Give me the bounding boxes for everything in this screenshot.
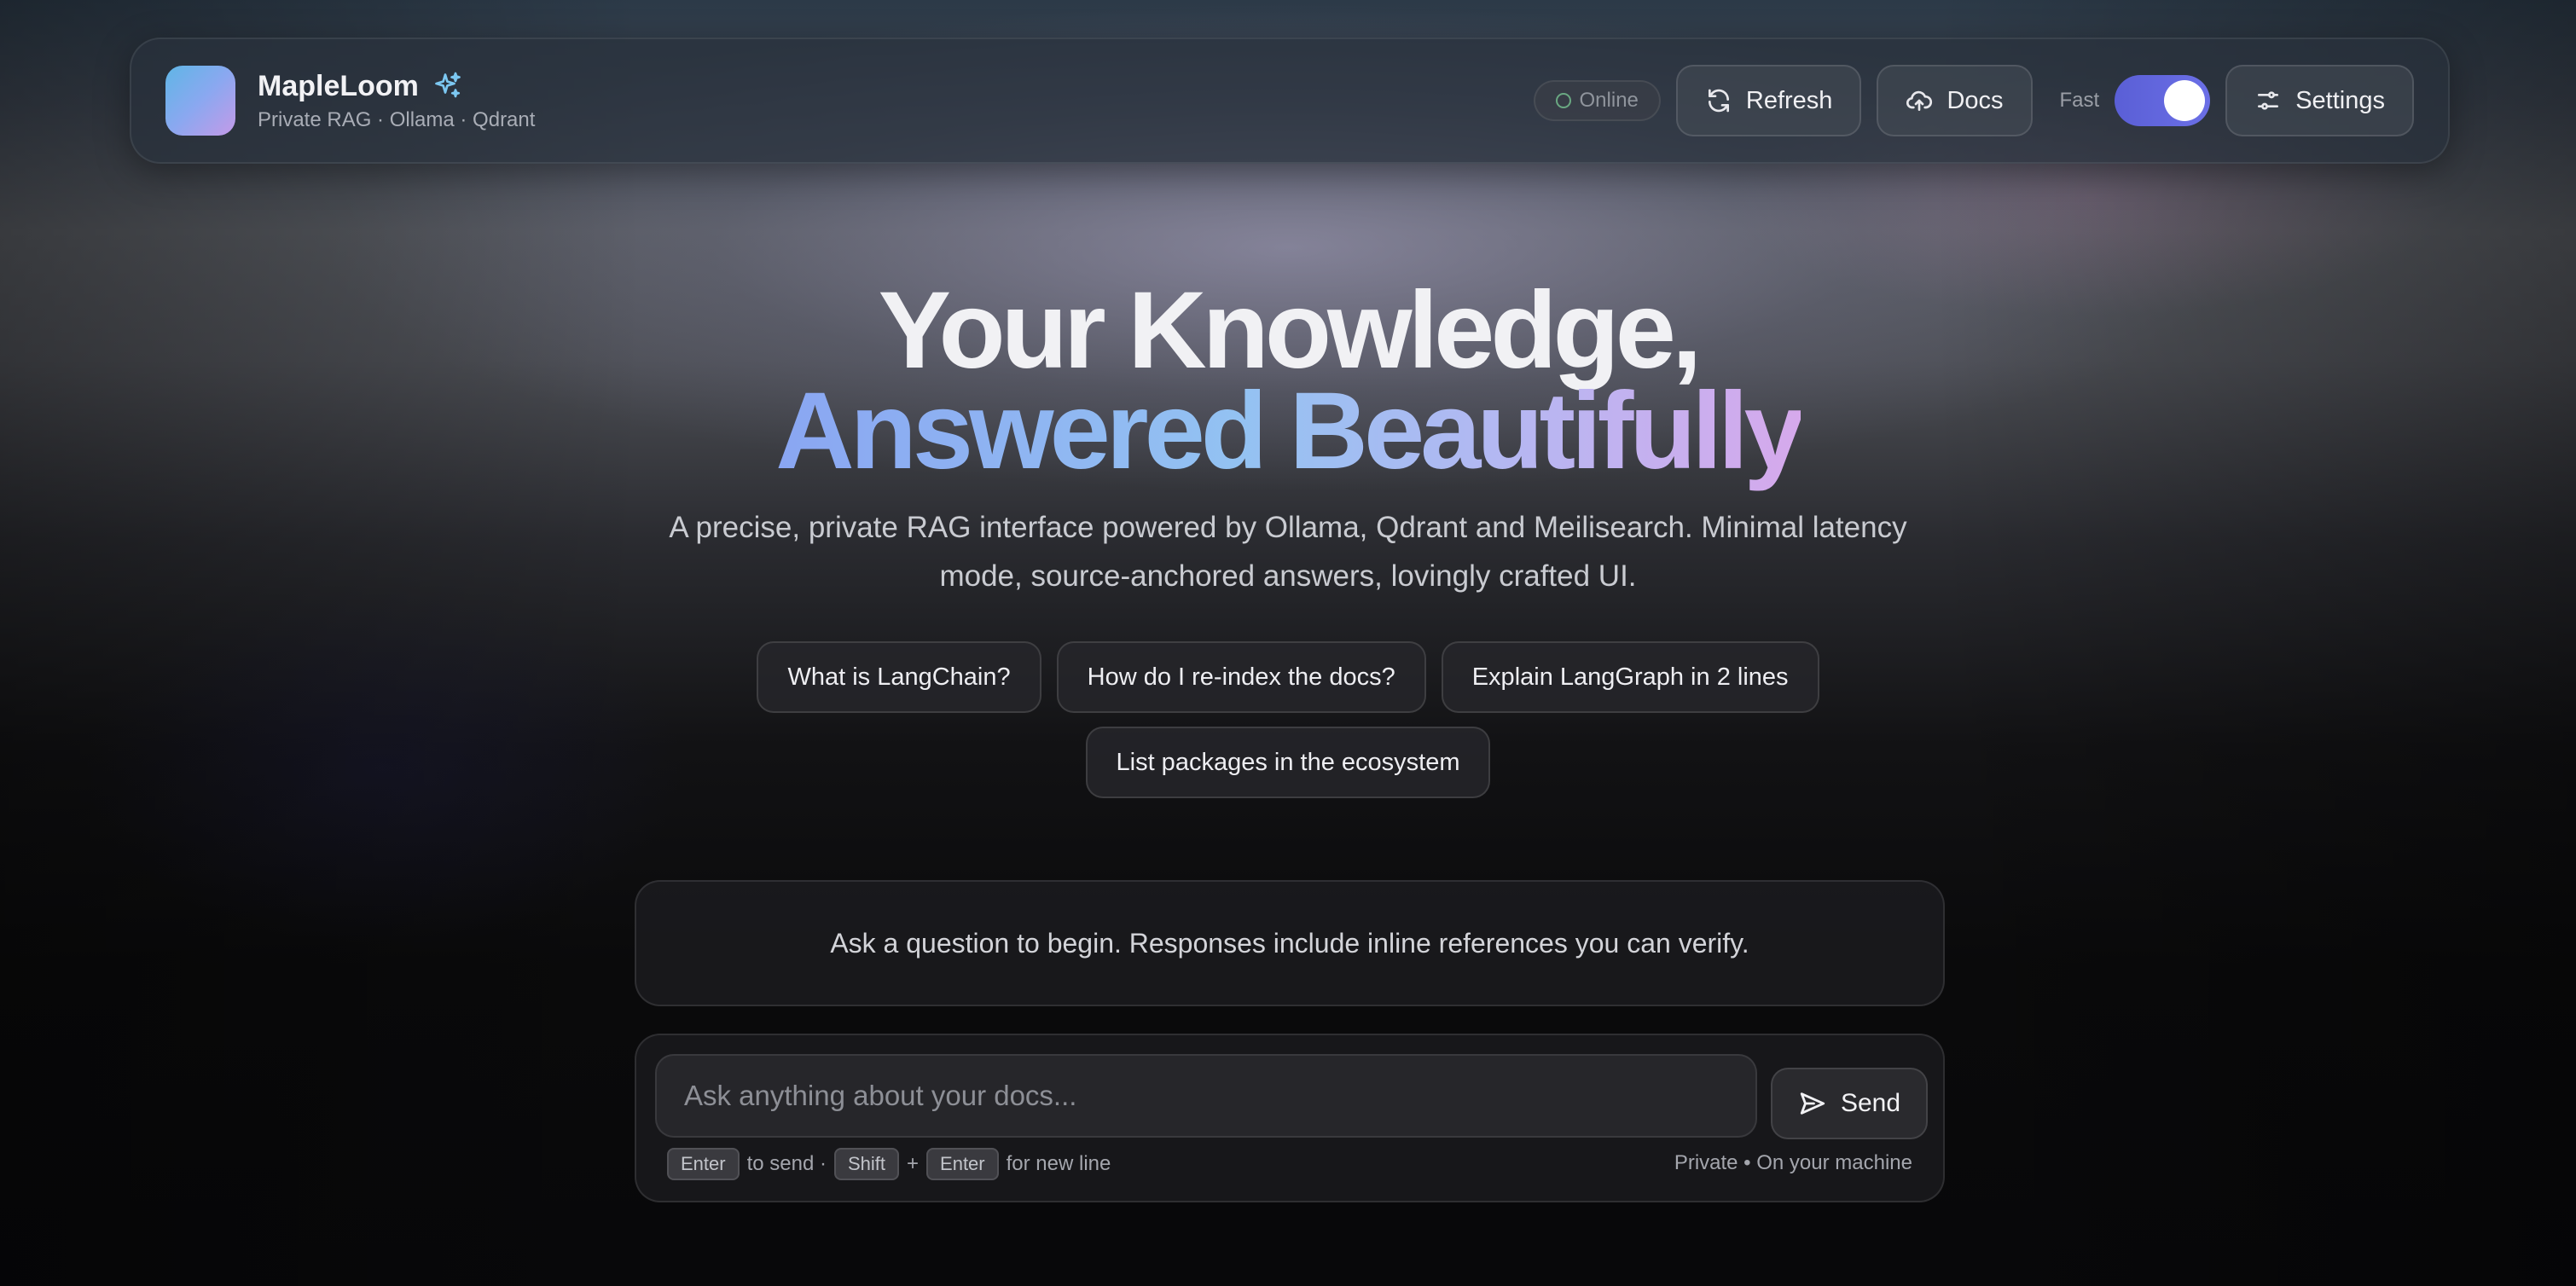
settings-label: Settings	[2295, 86, 2385, 114]
kbd-enter: Enter	[926, 1148, 999, 1180]
brand-subtitle: Private RAG · Ollama · Qdrant	[258, 107, 536, 131]
suggestion-chip[interactable]: How do I re-index the docs?	[1056, 641, 1426, 713]
keyboard-hints: Enter to send · Shift + Enter for new li…	[667, 1148, 1111, 1180]
kbd-shift: Shift	[833, 1148, 900, 1180]
send-icon	[1800, 1092, 1825, 1115]
fast-mode-toggle[interactable]	[2115, 75, 2211, 126]
suggestion-chip[interactable]: Explain LangGraph in 2 lines	[1441, 641, 1819, 713]
send-label: Send	[1840, 1089, 1901, 1117]
docs-label: Docs	[1947, 86, 2004, 114]
suggestion-chip[interactable]: List packages in the ecosystem	[1085, 727, 1491, 798]
docs-button[interactable]: Docs	[1877, 65, 2033, 136]
status-badge: Online	[1533, 80, 1661, 121]
hint-plus: +	[907, 1152, 920, 1175]
app-logo	[165, 66, 235, 136]
kbd-enter: Enter	[667, 1148, 740, 1180]
question-input[interactable]	[655, 1054, 1757, 1138]
empty-state: Ask a question to begin. Responses inclu…	[635, 880, 1945, 1006]
status-text: Online	[1579, 89, 1639, 112]
hero-title-line2: Answered Beautifully	[0, 372, 2576, 491]
hint-new-line: for new line	[1006, 1152, 1111, 1175]
brand-name: MapleLoom	[258, 69, 419, 102]
refresh-icon	[1708, 89, 1729, 113]
refresh-button[interactable]: Refresh	[1675, 65, 1862, 136]
hero-subtitle: A precise, private RAG interface powered…	[669, 511, 1907, 593]
privacy-note: Private • On your machine	[1674, 1151, 1912, 1174]
sparkles-icon	[432, 71, 463, 101]
status-dot-icon	[1555, 93, 1571, 108]
send-button[interactable]: Send	[1771, 1068, 1928, 1139]
cloud-upload-icon	[1906, 90, 1933, 111]
sliders-icon	[2258, 91, 2279, 110]
suggestion-chips-row2: List packages in the ecosystem	[0, 727, 2576, 798]
hint-to-send: to send ·	[746, 1152, 827, 1175]
fast-mode-label: Fast	[2059, 89, 2100, 112]
settings-button[interactable]: Settings	[2225, 65, 2414, 136]
refresh-label: Refresh	[1745, 86, 1833, 114]
toggle-knob	[2164, 80, 2206, 121]
suggestion-chips: What is LangChain? How do I re-index the…	[0, 641, 2576, 713]
top-bar: MapleLoom Private RAG · Ollama · Qdrant …	[130, 38, 2450, 164]
brand: MapleLoom Private RAG · Ollama · Qdrant	[258, 70, 535, 132]
suggestion-chip[interactable]: What is LangChain?	[757, 641, 1041, 713]
composer: Send Enter to send · Shift + Enter for n…	[635, 1034, 1945, 1202]
hero-title-gradient-text: Answered Beautifully	[775, 370, 1805, 492]
